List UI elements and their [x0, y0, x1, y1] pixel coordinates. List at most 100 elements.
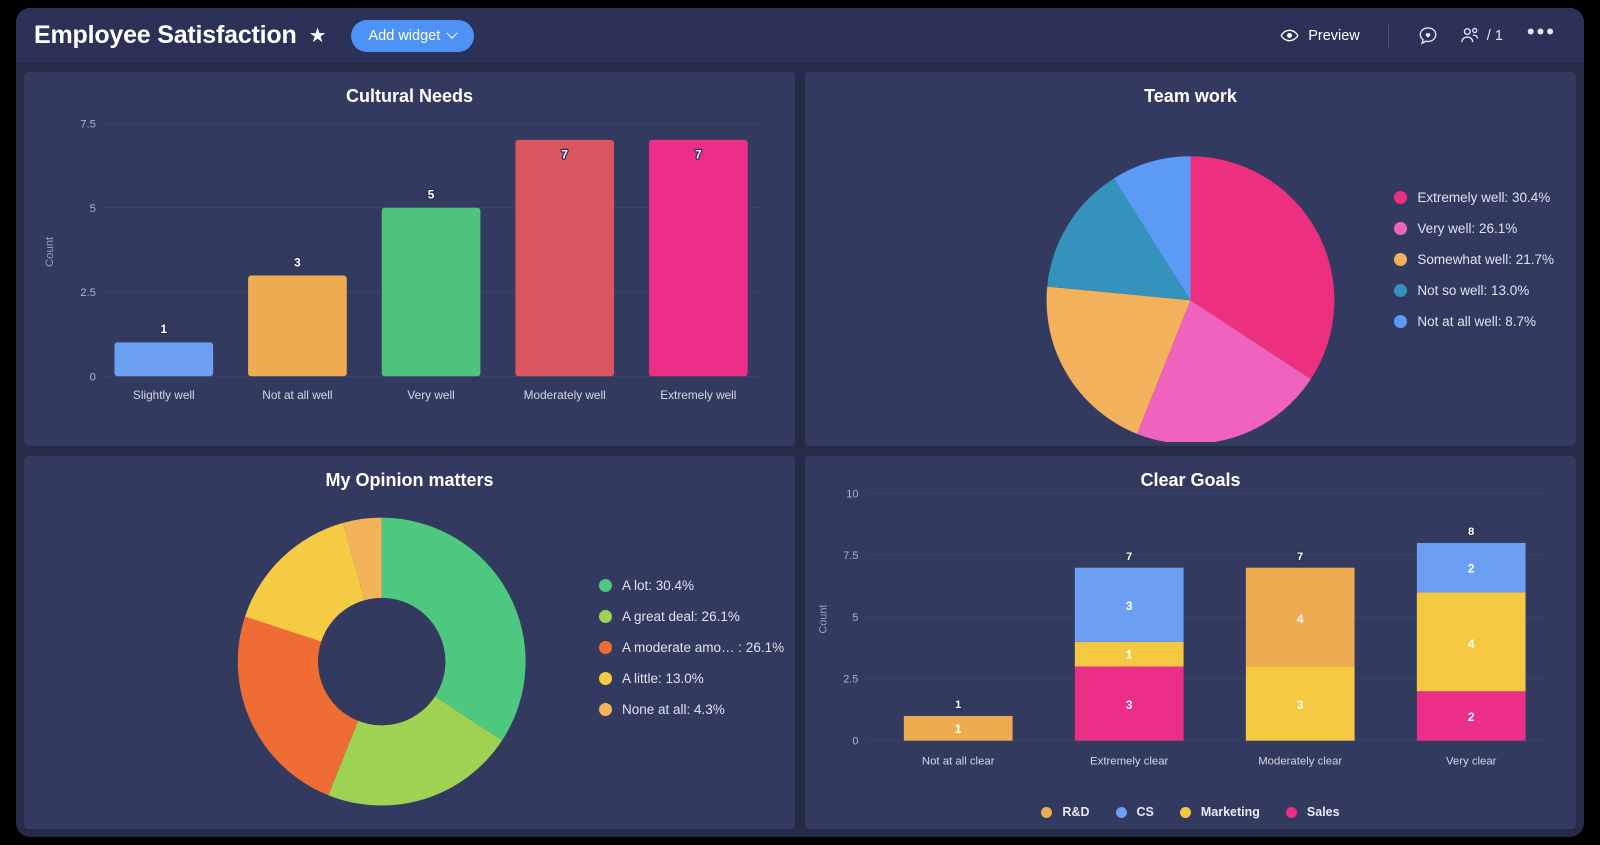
legend-color-dot: [599, 671, 612, 685]
donut-slices: [237, 517, 526, 806]
ytick-label: 2.5: [843, 673, 858, 685]
legend-item[interactable]: A great deal: 26.1%: [599, 609, 784, 624]
bar-total-label: 7: [1297, 550, 1303, 562]
legend-color-dot: [1115, 806, 1127, 818]
legend-label: A little: 13.0%: [622, 670, 704, 686]
category-label: Extremely clear: [1090, 755, 1168, 767]
bar-value-label: 3: [294, 255, 301, 269]
bar-value-label: 5: [428, 187, 435, 201]
bar-total-label: 7: [1126, 550, 1132, 562]
legend-label: CS: [1136, 805, 1154, 819]
category-label: Not at all clear: [922, 755, 995, 767]
ytick-label: 10: [846, 488, 858, 500]
bar-total-label: 8: [1468, 526, 1474, 538]
ytick-label: 7.5: [843, 549, 858, 561]
segment-value-label: 2: [1468, 709, 1475, 723]
bar-value-label: 1: [161, 322, 168, 336]
bar-moderately-well[interactable]: [515, 139, 615, 377]
comments-button[interactable]: [1407, 19, 1449, 53]
ytick-label: 2.5: [80, 287, 96, 299]
members-count: / 1: [1486, 27, 1503, 44]
header-divider: [1387, 22, 1389, 49]
chevron-down-icon: [446, 27, 458, 39]
bar-slightly-well[interactable]: [114, 342, 214, 377]
dashboard-header: Employee Satisfaction ★ Add widget Previ…: [16, 8, 1584, 64]
ytick-label: 7.5: [80, 119, 96, 131]
legend-item[interactable]: Not at all well: 8.7%: [1394, 314, 1554, 329]
legend-color-dot: [599, 578, 612, 592]
widget-cultural-needs[interactable]: Cultural Needs 7.5 5 2.5 0 Count 1 Sligh…: [24, 72, 795, 446]
dashboard-app: Employee Satisfaction ★ Add widget Previ…: [16, 8, 1584, 837]
legend-color-dot: [599, 640, 612, 654]
pie-slices: [1046, 156, 1335, 443]
legend-label: Not so well: 13.0%: [1417, 283, 1530, 298]
y-axis-title: Count: [44, 236, 56, 267]
legend-item[interactable]: Very well: 26.1%: [1394, 221, 1554, 236]
legend-color-dot: [1394, 191, 1408, 204]
legend-label: A lot: 30.4%: [622, 577, 695, 593]
segment-value-label: 4: [1468, 636, 1475, 650]
members-button[interactable]: / 1: [1449, 19, 1513, 53]
chart-cultural-needs: 7.5 5 2.5 0 Count 1 Slightly well 3 Not …: [44, 119, 763, 402]
category-label: Very clear: [1446, 755, 1497, 767]
legend-label: None at all: 4.3%: [622, 701, 725, 717]
ytick-label: 0: [90, 371, 96, 383]
legend-color-dot: [599, 609, 612, 623]
legend-label: Very well: 26.1%: [1417, 221, 1518, 236]
legend-team-work: Extremely well: 30.4% Very well: 26.1% S…: [1394, 190, 1554, 329]
legend-item[interactable]: R&D: [1041, 805, 1090, 819]
legend-label: A moderate amo… : 26.1%: [622, 639, 785, 655]
legend-color-dot: [1394, 284, 1408, 297]
y-axis-title: Count: [818, 604, 830, 633]
legend-item[interactable]: Somewhat well: 21.7%: [1394, 252, 1554, 267]
legend-item[interactable]: CS: [1115, 805, 1154, 819]
legend-item[interactable]: None at all: 4.3%: [599, 702, 784, 717]
add-widget-label: Add widget: [368, 27, 441, 44]
segment-value-label: 3: [1297, 698, 1304, 712]
segment-value-label: 2: [1468, 561, 1475, 575]
preview-label: Preview: [1308, 27, 1360, 44]
more-options-button[interactable]: •••: [1513, 20, 1566, 46]
legend-my-opinion-matters: A lot: 30.4% A great deal: 26.1% A moder…: [599, 578, 784, 717]
legend-item[interactable]: A lot: 30.4%: [599, 578, 784, 593]
widget-my-opinion-matters[interactable]: My Opinion matters A lot: 30.4% A great …: [24, 455, 795, 829]
legend-color-dot: [1394, 315, 1408, 328]
bar-very-well[interactable]: [381, 207, 481, 377]
legend-color-dot: [1041, 806, 1053, 818]
ytick-label: 0: [852, 735, 858, 747]
add-widget-button[interactable]: Add widget: [350, 19, 475, 52]
legend-label: Sales: [1306, 805, 1340, 819]
people-icon: [1461, 27, 1478, 42]
legend-color-dot: [1285, 806, 1297, 818]
legend-item[interactable]: A little: 13.0%: [599, 671, 784, 686]
category-label: Not at all well: [262, 388, 332, 402]
widget-team-work[interactable]: Team work Extremely well: 30.4% Very wel…: [805, 72, 1576, 446]
bar-not-at-all-well[interactable]: [248, 275, 347, 377]
eye-icon: [1280, 29, 1299, 42]
legend-color-dot: [599, 702, 612, 716]
segment-value-label: 1: [955, 721, 962, 735]
legend-item[interactable]: Marketing: [1179, 805, 1260, 819]
legend-item[interactable]: Not so well: 13.0%: [1394, 283, 1554, 298]
legend-label: Marketing: [1200, 805, 1260, 819]
legend-label: Not at all well: 8.7%: [1417, 314, 1536, 329]
star-icon[interactable]: ★: [309, 26, 327, 46]
bar-value-label: 7: [695, 147, 702, 161]
category-label: Very well: [407, 388, 454, 402]
segment-value-label: 3: [1126, 698, 1133, 712]
legend-color-dot: [1394, 253, 1408, 266]
bar-extremely-well[interactable]: [649, 139, 748, 377]
legend-label: Extremely well: 30.4%: [1417, 190, 1551, 205]
legend-item[interactable]: Sales: [1285, 805, 1340, 819]
bar-total-label: 1: [955, 699, 961, 711]
legend-item[interactable]: A moderate amo… : 26.1%: [599, 640, 784, 655]
donut-slice-a-lot[interactable]: [381, 517, 526, 741]
legend-label: Somewhat well: 21.7%: [1417, 252, 1554, 267]
segment-value-label: 4: [1297, 612, 1304, 626]
preview-button[interactable]: Preview: [1270, 20, 1370, 51]
legend-item[interactable]: Extremely well: 30.4%: [1394, 190, 1554, 205]
category-label: Moderately clear: [1258, 755, 1342, 767]
segment-value-label: 1: [1126, 647, 1133, 661]
bar-value-label: 7: [561, 147, 568, 161]
widget-clear-goals[interactable]: Clear Goals 10 7.5 5 2.5 0 Count 1 1 Not…: [805, 455, 1576, 829]
